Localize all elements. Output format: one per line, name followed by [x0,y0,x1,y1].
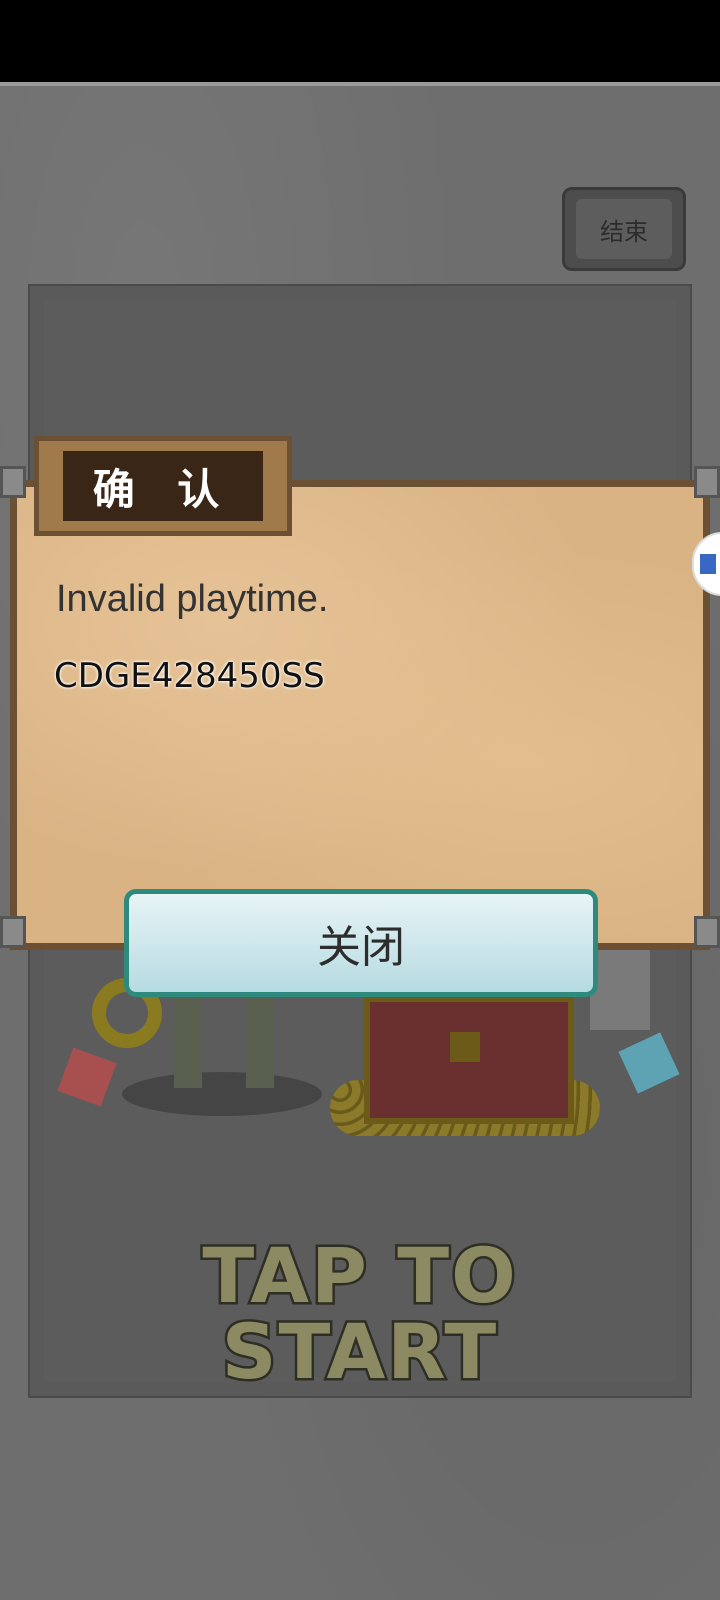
top-edge [0,82,720,86]
dialog-title-inner: 确 认 [63,451,263,521]
character-legs-icon [150,996,290,1096]
close-button-label: 关闭 [317,922,405,973]
dialog-paper [10,480,710,950]
close-button[interactable]: 关闭 [124,889,598,997]
rivet-bottom-right-icon [694,916,720,948]
treasure-chest-icon [364,996,574,1124]
rivet-top-right-icon [694,466,720,498]
armor-icon [590,950,650,1030]
end-button[interactable]: 结束 [562,187,686,271]
dialog-message: Invalid playtime. [56,578,329,620]
leg-right [246,996,274,1088]
rivet-top-left-icon [0,466,26,498]
end-button-label: 结束 [576,199,672,259]
leg-left [174,996,202,1088]
dialog-title-plate: 确 认 [34,436,292,536]
floating-assistant-glyph [700,554,716,574]
rivet-bottom-left-icon [0,916,26,948]
tap-to-start-text[interactable]: TAP TO START [54,1235,666,1392]
status-bar [0,0,720,82]
error-code: CDGE428450SS [54,656,325,696]
dialog-title: 确 认 [92,464,234,514]
chest-lock-icon [450,1032,480,1062]
